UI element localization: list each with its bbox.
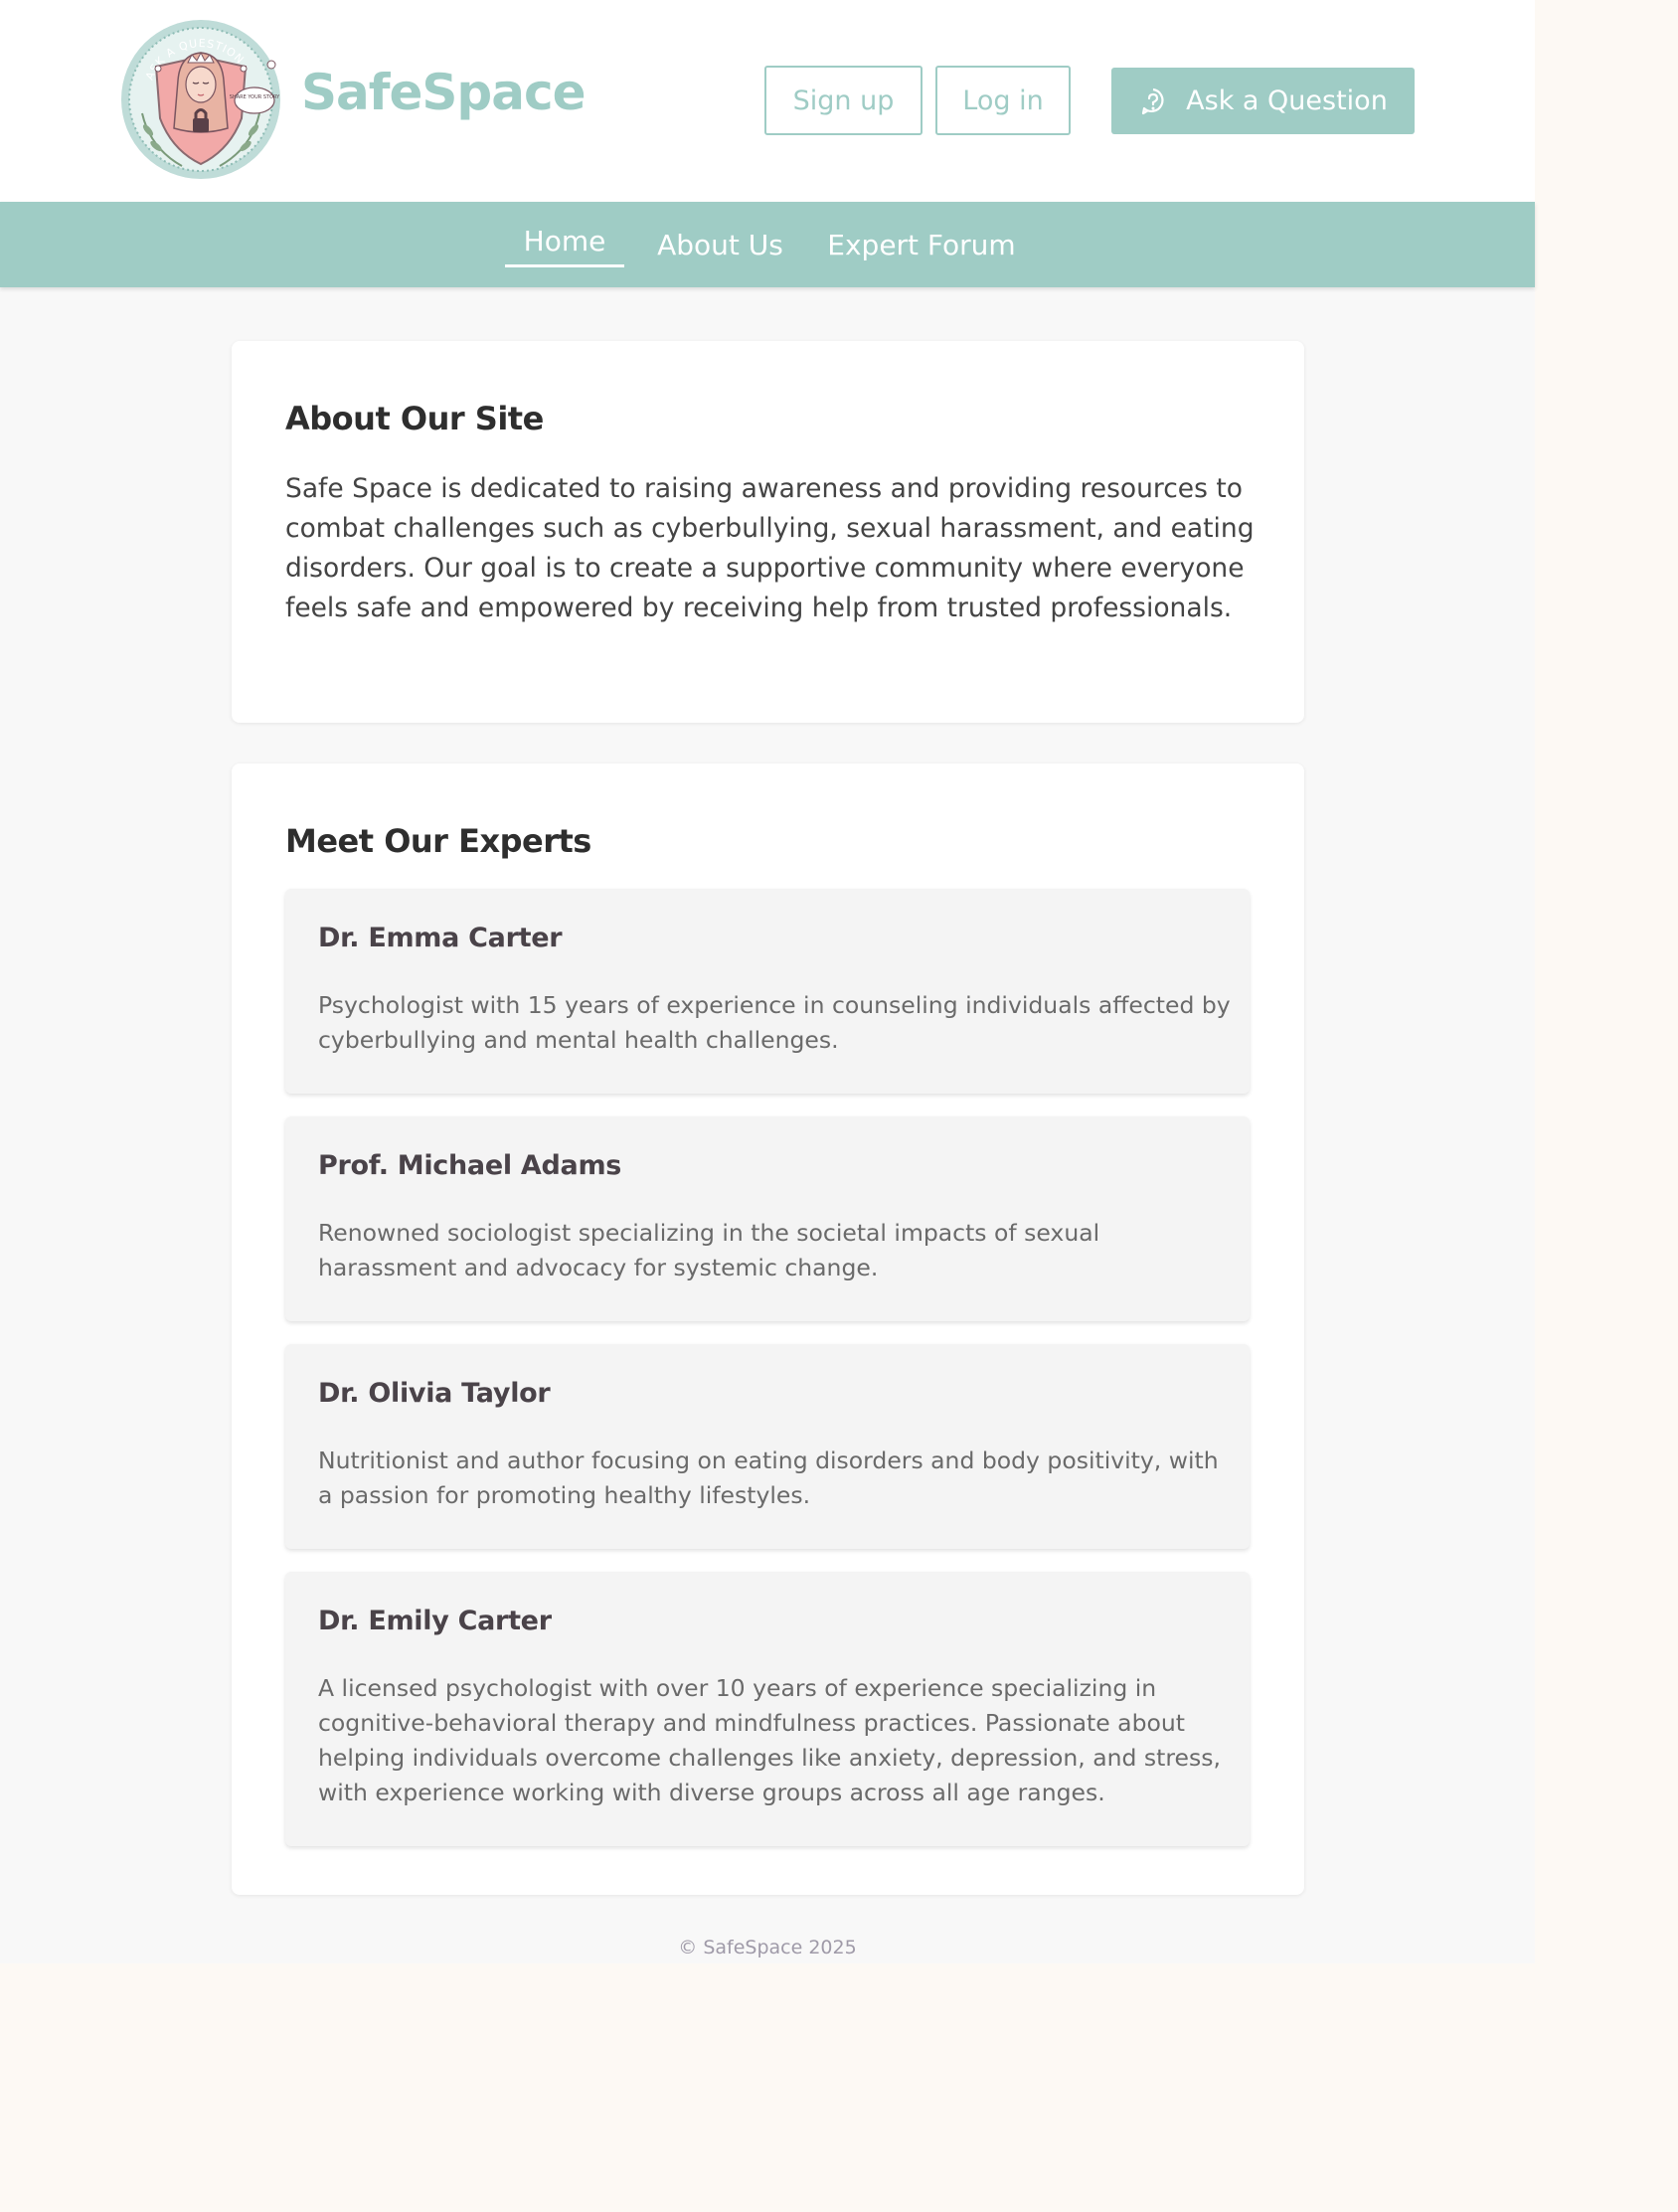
site-header: ASK A QUESTION xyxy=(0,0,1535,202)
expert-bio: Renowned sociologist specializing in the… xyxy=(318,1219,1100,1281)
expert-card: Dr. Olivia Taylor Nutritionist and autho… xyxy=(285,1344,1250,1549)
experts-title: Meet Our Experts xyxy=(285,822,591,860)
ask-question-button[interactable]: Ask a Question xyxy=(1111,68,1415,134)
question-bubble-icon xyxy=(1138,86,1168,116)
active-tab-indicator xyxy=(505,264,624,267)
about-card: About Our Site Safe Space is dedicated t… xyxy=(232,341,1304,723)
page: ASK A QUESTION xyxy=(0,0,1535,1963)
signup-button[interactable]: Sign up xyxy=(764,66,923,135)
site-logo[interactable]: ASK A QUESTION xyxy=(120,19,282,181)
experts-card: Meet Our Experts Dr. Emma Carter Psychol… xyxy=(232,764,1304,1895)
logo-bubble-text: SHARE YOUR STORY xyxy=(230,94,280,100)
nav-item-expert-forum[interactable]: Expert Forum xyxy=(827,202,1016,287)
main-nav: Home About Us Expert Forum xyxy=(0,202,1535,287)
about-text: Safe Space is dedicated to raising aware… xyxy=(285,473,1255,623)
login-button[interactable]: Log in xyxy=(935,66,1071,135)
expert-name: Dr. Emily Carter xyxy=(318,1606,552,1636)
expert-name: Dr. Olivia Taylor xyxy=(318,1378,551,1409)
expert-card: Dr. Emily Carter A licensed psychologist… xyxy=(285,1572,1250,1846)
expert-card: Dr. Emma Carter Psychologist with 15 yea… xyxy=(285,889,1250,1094)
nav-item-home[interactable]: Home xyxy=(505,198,624,283)
expert-bio: Psychologist with 15 years of experience… xyxy=(318,991,1231,1054)
expert-name: Prof. Michael Adams xyxy=(318,1150,622,1181)
logo-image: ASK A QUESTION xyxy=(121,20,280,179)
footer-copyright: © SafeSpace 2025 xyxy=(678,1937,857,1958)
expert-name: Dr. Emma Carter xyxy=(318,923,563,953)
nav-item-about-us[interactable]: About Us xyxy=(653,202,787,287)
expert-bio: A licensed psychologist with over 10 yea… xyxy=(318,1674,1221,1806)
about-title: About Our Site xyxy=(285,400,544,437)
expert-bio: Nutritionist and author focusing on eati… xyxy=(318,1446,1219,1509)
brand-name[interactable]: SafeSpace xyxy=(301,68,587,117)
expert-card: Prof. Michael Adams Renowned sociologist… xyxy=(285,1116,1250,1321)
ask-question-label: Ask a Question xyxy=(1186,85,1388,116)
